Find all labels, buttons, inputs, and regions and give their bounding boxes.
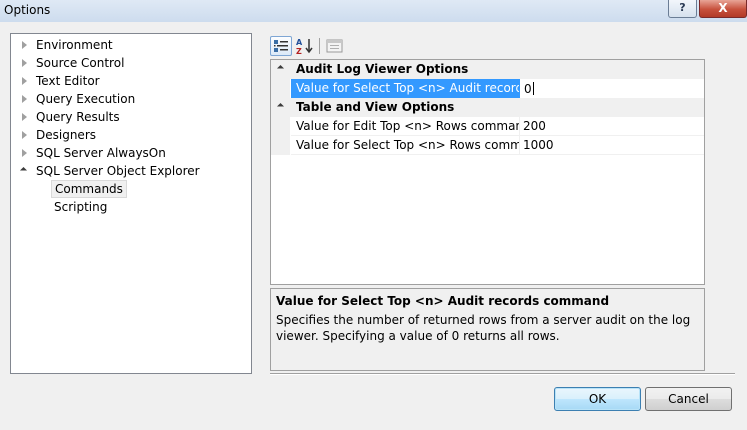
category-row-table-and-view[interactable]: Table and View Options [271, 98, 704, 117]
tree-item-label: Source Control [36, 56, 125, 70]
tree-item-label: Designers [36, 128, 96, 142]
tree-item-label: Query Results [36, 110, 120, 124]
tree-item-query-execution[interactable]: Query Execution [22, 90, 242, 108]
tree-item-commands[interactable]: Commands [51, 180, 131, 198]
property-value[interactable]: 1000 [520, 136, 704, 155]
collapse-arrow-icon[interactable] [276, 102, 285, 111]
tree-item-label: Scripting [54, 200, 108, 214]
cancel-button[interactable]: Cancel [645, 387, 732, 411]
ok-button[interactable]: OK [554, 387, 641, 411]
property-pages-icon [326, 39, 343, 53]
property-value-input[interactable]: 0 [520, 79, 704, 98]
tree-item-sql-server-alwayson[interactable]: SQL Server AlwaysOn [22, 144, 242, 162]
tree-item-label: SQL Server AlwaysOn [36, 146, 166, 160]
row-gutter [271, 79, 290, 98]
toolbar-separator [319, 38, 320, 54]
description-pane: Value for Select Top <n> Audit records c… [270, 288, 705, 371]
tree-item-designers[interactable]: Designers [22, 126, 242, 144]
close-button[interactable]: X [699, 0, 747, 18]
tree-item-label: Commands [51, 180, 127, 198]
options-tree[interactable]: Environment Source Control Text Editor Q… [10, 33, 252, 374]
property-row-audit-records-top[interactable]: Value for Select Top <n> Audit records c… [271, 79, 704, 98]
property-grid[interactable]: Audit Log Viewer Options Value for Selec… [270, 59, 705, 285]
tree-item-scripting[interactable]: Scripting [51, 198, 131, 216]
category-row-audit-log-viewer[interactable]: Audit Log Viewer Options [271, 60, 704, 79]
title-bar: Options ? X [0, 0, 747, 22]
expand-arrow-icon[interactable] [22, 95, 27, 103]
tree-item-environment[interactable]: Environment [22, 36, 242, 54]
tree-item-text-editor[interactable]: Text Editor [22, 72, 242, 90]
tree-item-sql-server-object-explorer[interactable]: SQL Server Object Explorer [19, 162, 242, 180]
alphabetical-sort-icon: A Z [296, 38, 313, 56]
expand-arrow-icon[interactable] [22, 131, 27, 139]
tree-item-label: Text Editor [36, 74, 100, 88]
close-icon: X [718, 1, 728, 15]
expand-arrow-icon[interactable] [22, 113, 27, 121]
expand-arrow-icon[interactable] [22, 77, 27, 85]
text-caret [532, 82, 534, 95]
tree-item-label: Query Execution [36, 92, 136, 106]
description-text: Specifies the number of returned rows fr… [276, 313, 691, 343]
dialog-client-area: Environment Source Control Text Editor Q… [0, 22, 747, 430]
row-gutter [271, 136, 290, 155]
property-name[interactable]: Value for Select Top <n> Audit records c… [291, 79, 520, 98]
expand-arrow-icon[interactable] [22, 59, 27, 67]
categorized-button[interactable] [270, 36, 292, 56]
property-name[interactable]: Value for Select Top <n> Rows command [291, 136, 520, 155]
category-label: Table and View Options [296, 100, 455, 114]
svg-text:A: A [296, 38, 303, 47]
svg-text:Z: Z [296, 47, 302, 56]
row-gutter [271, 117, 290, 136]
property-value[interactable]: 200 [520, 117, 704, 136]
divider [270, 373, 735, 375]
category-label: Audit Log Viewer Options [296, 62, 469, 76]
tree-item-label: Environment [36, 38, 113, 52]
window-title: Options [4, 3, 51, 17]
expand-arrow-icon[interactable] [22, 149, 27, 157]
property-value: 0 [524, 82, 532, 96]
property-row-edit-top-rows[interactable]: Value for Edit Top <n> Rows command 200 [271, 117, 704, 136]
tree-item-label: SQL Server Object Explorer [36, 164, 200, 178]
collapse-arrow-icon[interactable] [276, 64, 285, 73]
property-name[interactable]: Value for Edit Top <n> Rows command [291, 117, 520, 136]
description-title: Value for Select Top <n> Audit records c… [276, 294, 610, 308]
collapse-arrow-icon[interactable] [19, 166, 28, 175]
tree-item-query-results[interactable]: Query Results [22, 108, 242, 126]
help-button[interactable]: ? [668, 0, 697, 18]
alphabetical-button[interactable]: A Z [294, 36, 316, 56]
categorized-icon [274, 40, 288, 52]
tree-item-source-control[interactable]: Source Control [22, 54, 242, 72]
property-row-select-top-rows[interactable]: Value for Select Top <n> Rows command 10… [271, 136, 704, 155]
property-pages-button[interactable] [324, 36, 346, 56]
expand-arrow-icon[interactable] [22, 41, 27, 49]
